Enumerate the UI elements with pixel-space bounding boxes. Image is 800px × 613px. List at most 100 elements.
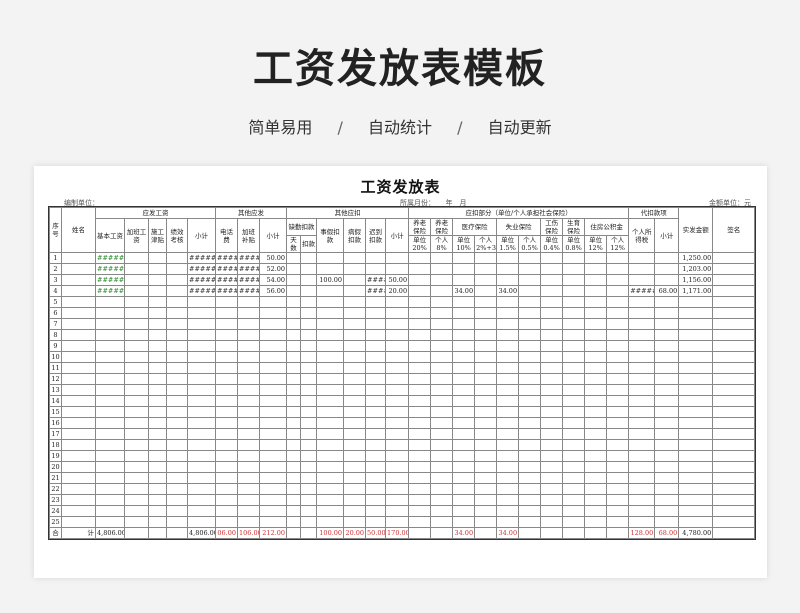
table-cell — [300, 527, 318, 539]
table-cell — [365, 505, 387, 517]
table-cell — [343, 461, 367, 473]
table-cell — [385, 340, 410, 352]
late-deduct: ##### — [365, 274, 387, 286]
table-cell — [286, 428, 302, 440]
table-cell — [95, 505, 125, 517]
table-cell — [365, 340, 387, 352]
table-cell — [584, 252, 608, 264]
table-cell — [61, 318, 96, 330]
table-cell — [430, 527, 454, 539]
header-maternity: 生育保险 — [562, 218, 586, 236]
table-row: 14 — [49, 395, 756, 407]
table-cell — [452, 296, 476, 308]
table-cell — [148, 296, 167, 308]
table-cell — [628, 461, 656, 473]
table-cell — [343, 307, 367, 319]
table-cell — [61, 483, 96, 495]
table-cell — [186, 439, 217, 451]
table-cell — [678, 351, 714, 363]
row-number: 9 — [49, 340, 62, 352]
table-cell — [606, 406, 630, 418]
pension-individual — [452, 263, 476, 275]
rate-cell: 单位0.8% — [562, 235, 586, 253]
table-cell — [430, 384, 454, 396]
table-cell — [124, 252, 149, 264]
table-cell — [540, 318, 564, 330]
table-cell — [408, 505, 432, 517]
table-cell — [343, 351, 367, 363]
table-cell — [300, 351, 318, 363]
table-cell — [385, 439, 410, 451]
table-cell — [430, 439, 454, 451]
table-cell — [474, 263, 498, 275]
total-net-pay: 4,780.00 — [678, 527, 714, 539]
table-cell — [215, 428, 239, 440]
pension-individual — [452, 252, 476, 264]
table-cell — [562, 439, 586, 451]
table-cell — [584, 384, 608, 396]
table-cell — [518, 351, 542, 363]
table-cell — [365, 384, 387, 396]
table-cell — [237, 351, 261, 363]
table-cell — [678, 329, 714, 341]
table-cell — [628, 373, 656, 385]
rate-cell: 个人2%+3 — [474, 235, 498, 253]
table-cell — [385, 450, 410, 462]
table-cell — [606, 285, 630, 297]
table-cell — [496, 505, 520, 517]
table-row: 12 — [49, 373, 756, 385]
table-row: 6 — [49, 307, 756, 319]
table-cell — [584, 527, 608, 539]
total-label: 计 — [61, 527, 96, 539]
table-cell — [385, 296, 410, 308]
header-payable: 应发工资 — [94, 207, 217, 219]
table-cell — [654, 417, 680, 429]
table-cell — [259, 483, 288, 495]
table-cell — [385, 384, 410, 396]
table-cell — [518, 252, 542, 264]
table-cell — [316, 483, 345, 495]
signature — [712, 274, 756, 286]
table-cell — [215, 329, 239, 341]
table-cell — [712, 296, 756, 308]
table-cell — [712, 395, 756, 407]
phone-fee: ##### — [215, 274, 239, 286]
table-cell — [300, 296, 318, 308]
table-cell — [712, 318, 756, 330]
table-cell — [430, 461, 454, 473]
table-cell — [584, 395, 608, 407]
table-cell — [237, 318, 261, 330]
withhold-subtotal — [654, 252, 680, 264]
table-cell — [606, 340, 630, 352]
table-cell — [186, 329, 217, 341]
table-cell — [540, 527, 564, 539]
table-cell — [186, 494, 217, 506]
row-number: 1 — [49, 252, 62, 264]
personal-leave — [316, 252, 345, 264]
table-cell — [540, 362, 564, 374]
table-cell — [518, 274, 542, 286]
table-cell — [540, 472, 564, 484]
table-cell — [496, 318, 520, 330]
table-cell — [186, 373, 217, 385]
payable-subtotal: ####### — [186, 274, 217, 286]
table-cell — [286, 318, 302, 330]
table-cell — [237, 417, 261, 429]
table-cell — [518, 285, 542, 297]
other-subtotal: 54.00 — [259, 274, 288, 286]
table-cell — [654, 439, 680, 451]
row-number: 22 — [49, 483, 62, 495]
table-cell — [518, 373, 542, 385]
table-cell — [148, 373, 167, 385]
table-cell — [518, 439, 542, 451]
table-cell — [186, 307, 217, 319]
table-cell — [148, 494, 167, 506]
table-cell — [628, 384, 656, 396]
table-cell — [562, 450, 586, 462]
table-cell — [215, 483, 239, 495]
table-cell — [606, 472, 630, 484]
table-cell — [343, 450, 367, 462]
table-cell — [452, 450, 476, 462]
table-cell — [628, 483, 656, 495]
table-cell — [474, 384, 498, 396]
